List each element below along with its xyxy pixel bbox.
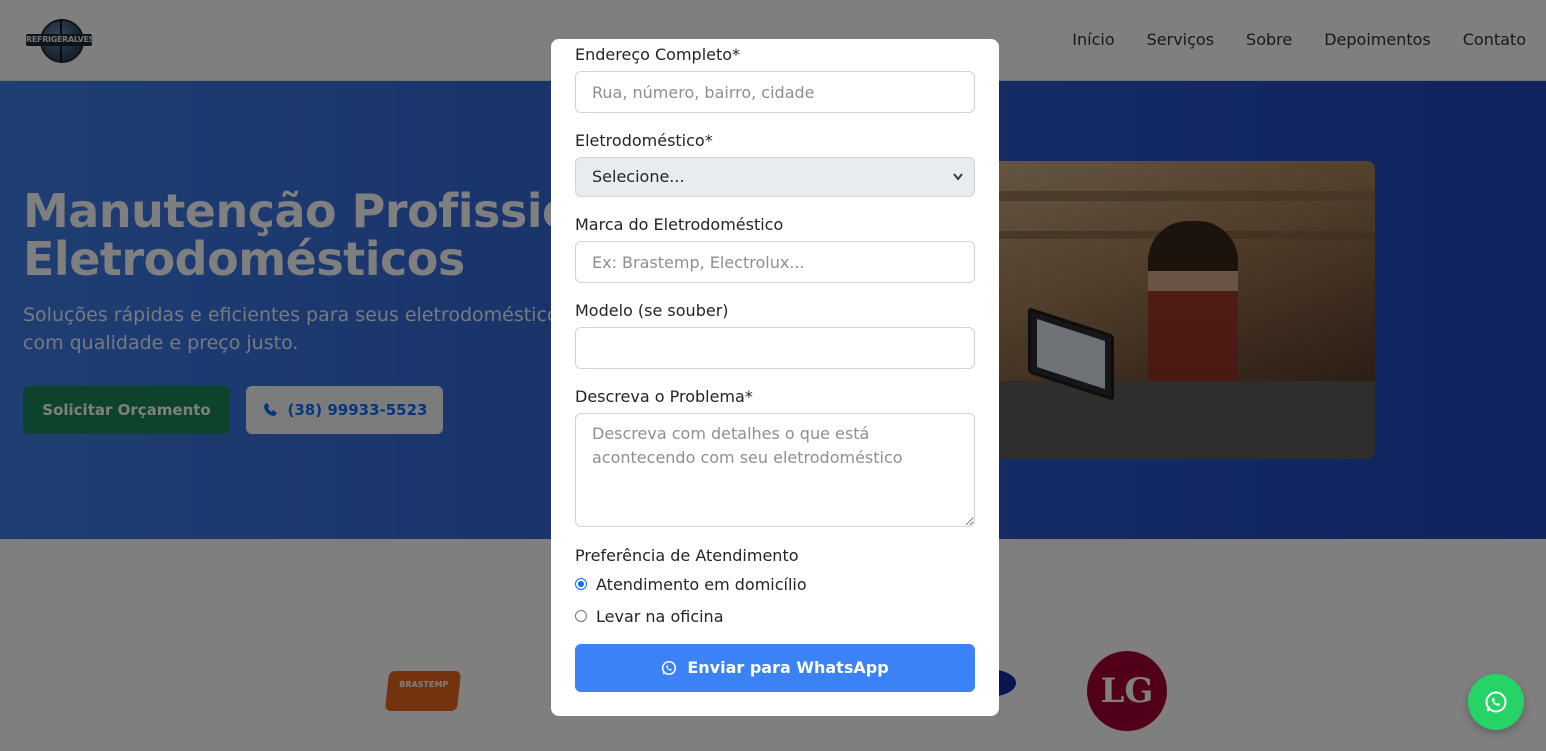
- whatsapp-icon: [1485, 691, 1507, 713]
- address-label: Endereço Completo*: [575, 45, 741, 64]
- appliance-select[interactable]: Selecione...: [575, 157, 975, 197]
- home-service-label[interactable]: Atendimento em domicílio: [596, 575, 807, 594]
- preference-label: Preferência de Atendimento: [575, 546, 799, 565]
- workshop-radio[interactable]: [575, 610, 587, 622]
- option-home-service[interactable]: Atendimento em domicílio: [575, 574, 807, 594]
- quote-modal: Endereço Completo* Eletrodoméstico* Sele…: [551, 39, 999, 716]
- model-input[interactable]: [575, 327, 975, 369]
- whatsapp-icon: [661, 647, 677, 695]
- whatsapp-float-button[interactable]: [1468, 674, 1524, 730]
- brand-input[interactable]: [575, 241, 975, 283]
- send-whatsapp-button[interactable]: Enviar para WhatsApp: [575, 644, 975, 692]
- option-workshop[interactable]: Levar na oficina: [575, 606, 724, 626]
- problem-textarea[interactable]: [575, 413, 975, 527]
- workshop-label[interactable]: Levar na oficina: [596, 607, 724, 626]
- model-label: Modelo (se souber): [575, 301, 729, 320]
- send-whatsapp-label: Enviar para WhatsApp: [687, 658, 889, 677]
- problem-label: Descreva o Problema*: [575, 387, 753, 406]
- appliance-label: Eletrodoméstico*: [575, 131, 713, 150]
- address-input[interactable]: [575, 71, 975, 113]
- appliance-select-value: Selecione...: [592, 167, 685, 186]
- chevron-down-icon: [952, 158, 964, 211]
- home-service-radio[interactable]: [575, 578, 587, 590]
- brand-label: Marca do Eletrodoméstico: [575, 215, 784, 234]
